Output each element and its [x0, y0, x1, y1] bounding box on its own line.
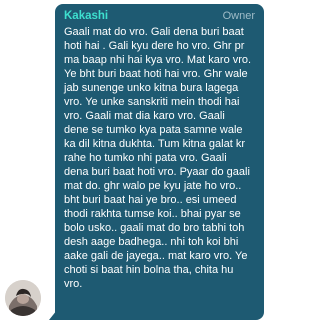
message-line: mat do. ghr walo pe kyu jate ho vro.. [64, 180, 242, 192]
message-line: desh aage badhega.. nhi toh koi bhi [64, 236, 239, 248]
message-text: Gaali mat do vro. Gali dena buri baat ho… [64, 25, 255, 291]
message-line: Ye bht buri baat hoti hai vro. Ghr wale [64, 68, 248, 80]
message-line: dene se tumko kya pata samne wale [64, 124, 243, 136]
message-line: hoti hai . Gali kyu dere ho vro. Ghr pr [64, 40, 245, 52]
message-line: vro. [64, 278, 83, 290]
message-line: bht buri baat hai ye bro.. esi umeed [64, 194, 237, 206]
message-line: vro. Gaali mat dia karo vro. Gaali [64, 110, 225, 122]
message-line: ka dil kitna dukhta. Tum kitna galat kr [64, 138, 245, 150]
sender-name[interactable]: Kakashi [64, 10, 108, 23]
message-line: thodi rakhta tumse koi.. bhai pyar se [64, 208, 241, 220]
message-line: choti si baat hin bolna tha, chita hu [64, 264, 234, 276]
message-line: bolo usko.. gaali mat do bro tabhi toh [64, 222, 245, 234]
chat-screen: Kakashi Owner Gaali mat do vro. Gali den… [0, 0, 269, 320]
message-line: dena buri baat hoti vro. Pyaar do gaali [64, 166, 250, 178]
avatar-image [5, 280, 41, 316]
avatar[interactable] [5, 280, 41, 316]
message-line: vro. Ye unke sanskriti mein thodi hai [64, 96, 240, 108]
message-line: aake gali de jayega.. mat karo vro. Ye [64, 250, 248, 262]
sender-role-badge: Owner [222, 10, 255, 22]
message-header: Kakashi Owner [64, 10, 255, 25]
message-bubble[interactable]: Kakashi Owner Gaali mat do vro. Gali den… [55, 4, 264, 320]
message-line: Gaali mat do vro. Gali dena buri baat [64, 26, 244, 38]
message-line: jab sunenge unko kitna bura lagega [64, 82, 239, 94]
message-line: rahe ho tumko nhi pata vro. Gaali [64, 152, 227, 164]
message-line: ma baap nhi hai kya vro. Mat karo vro. [64, 54, 252, 66]
